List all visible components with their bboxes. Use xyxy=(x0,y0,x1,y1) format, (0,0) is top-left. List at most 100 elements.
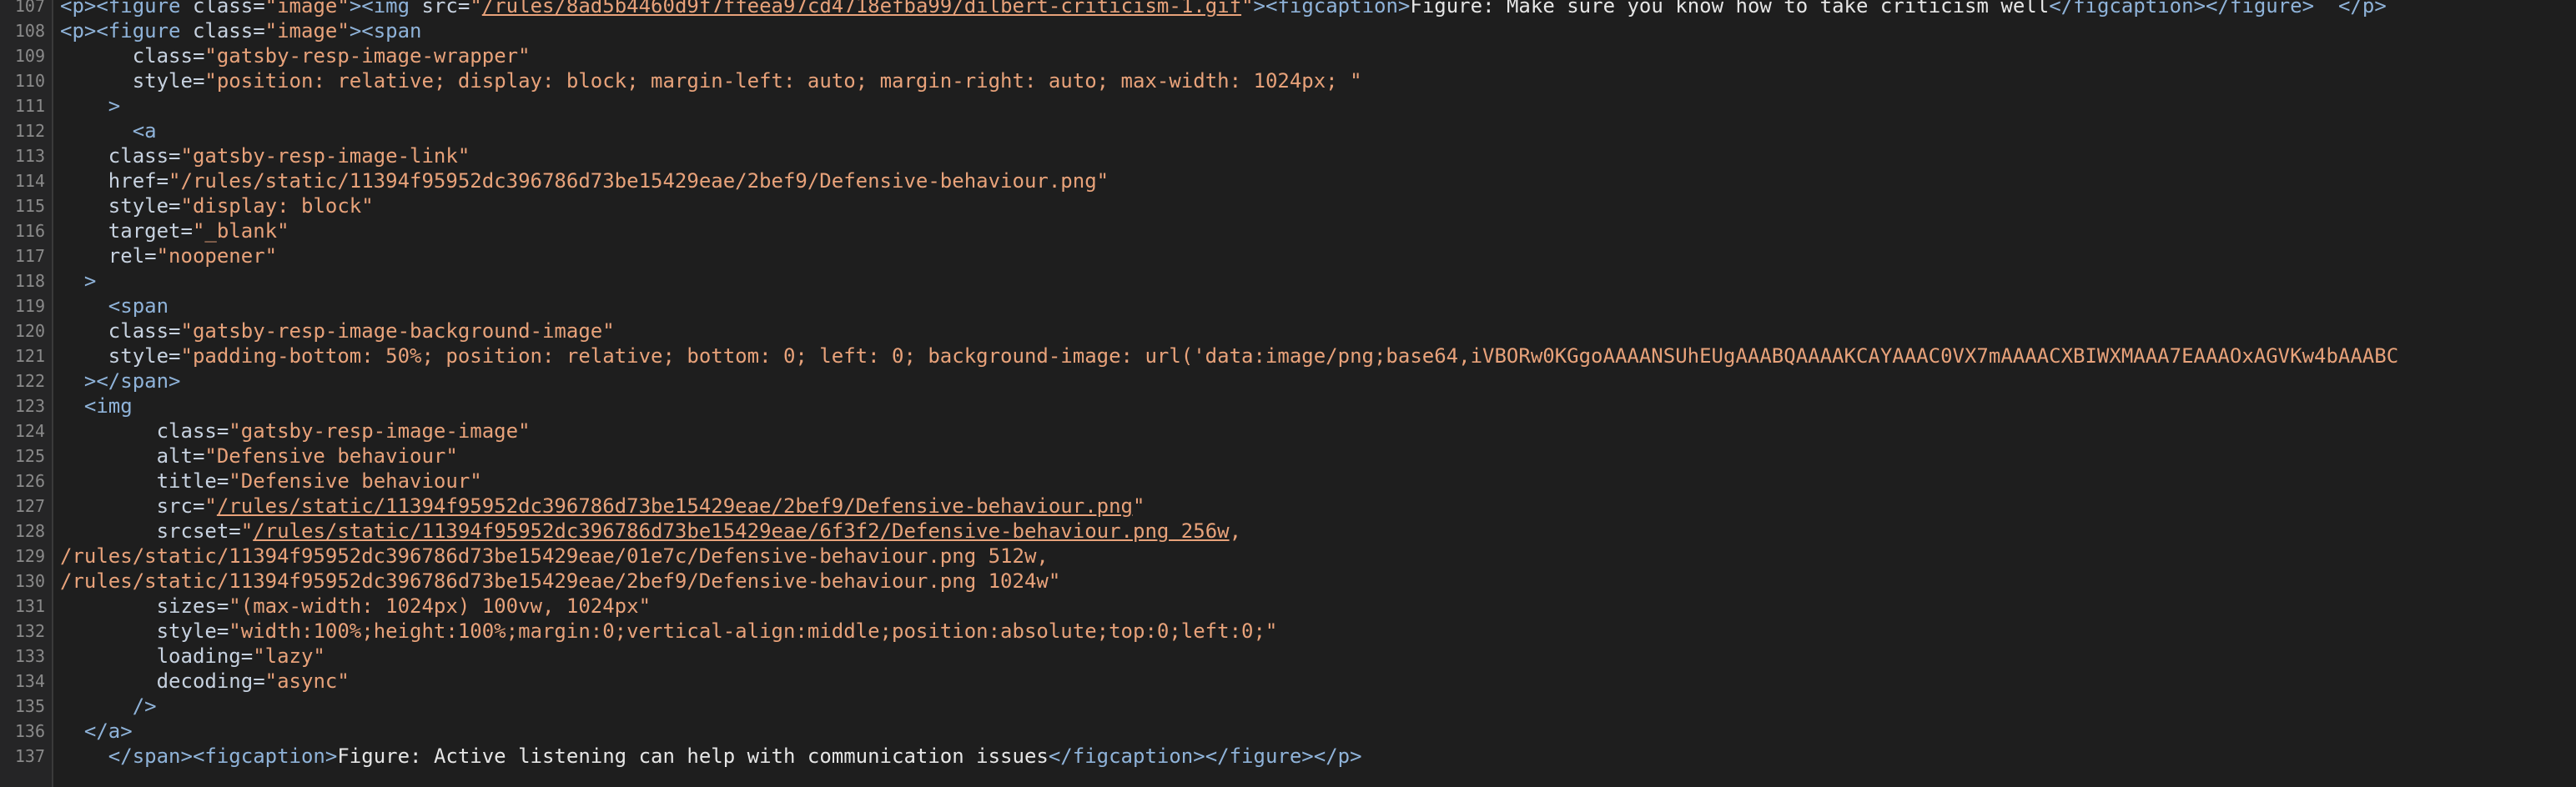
line-content: /rules/static/11394f95952dc396786d73be15… xyxy=(60,569,1060,594)
code-token: "gatsby-resp-image-image" xyxy=(229,419,531,443)
code-token: rel= xyxy=(108,244,157,268)
code-token: decoding= xyxy=(156,669,265,693)
line-number: 127 xyxy=(14,496,45,516)
code-token: "/rules/static/11394f95952dc396786d73be1… xyxy=(169,169,1109,193)
code-line[interactable]: 124 class="gatsby-resp-image-image" xyxy=(0,419,2576,444)
code-line[interactable]: 134 decoding="async" xyxy=(0,669,2576,694)
source-link[interactable]: /rules/8ad5b4460d9f7ffeea97cd4718efba99/… xyxy=(482,0,1241,18)
code-line[interactable]: 114 href="/rules/static/11394f95952dc396… xyxy=(0,168,2576,193)
code-token: Figure: Make sure you know how to take c… xyxy=(1410,0,2050,18)
source-link[interactable]: /rules/static/11394f95952dc396786d73be15… xyxy=(253,519,1229,543)
line-number: 134 xyxy=(14,671,45,691)
code-token: "image" xyxy=(264,0,350,18)
code-token: <a xyxy=(132,119,157,143)
code-line[interactable]: 118 > xyxy=(0,268,2576,293)
line-number: 117 xyxy=(14,246,45,266)
source-code-viewer[interactable]: 107 <p><figure class="image"><img src="/r… xyxy=(0,0,2576,787)
code-token: <p><figure xyxy=(60,19,193,43)
code-token: " xyxy=(470,0,482,18)
line-content: alt="Defensive behaviour" xyxy=(60,444,458,469)
code-token: ><figcaption> xyxy=(1253,0,1411,18)
code-line[interactable]: 115 style="display: block" xyxy=(0,193,2576,218)
code-line[interactable]: 110 style="position: relative; display: … xyxy=(0,68,2576,93)
code-line[interactable]: 109 class="gatsby-resp-image-wrapper" xyxy=(0,43,2576,68)
code-line[interactable]: 107 <p><figure class="image"><img src="/r… xyxy=(0,0,2576,18)
code-line[interactable]: 112 <a xyxy=(0,118,2576,143)
code-line[interactable]: 120 class="gatsby-resp-image-background-… xyxy=(0,318,2576,343)
code-line[interactable]: 117 rel="noopener" xyxy=(0,243,2576,268)
code-line[interactable]: 127 src="/rules/static/11394f95952dc3967… xyxy=(0,494,2576,519)
line-content: class="gatsby-resp-image-wrapper" xyxy=(60,43,531,68)
code-token: class= xyxy=(108,319,181,343)
line-content: style="position: relative; display: bloc… xyxy=(60,68,1362,93)
line-content: > xyxy=(60,93,120,118)
line-number: 122 xyxy=(14,371,45,391)
line-content: loading="lazy" xyxy=(60,644,325,669)
code-token: class= xyxy=(132,44,205,68)
code-token: "(max-width: 1024px) 100vw, 1024px" xyxy=(229,594,652,618)
line-number: 109 xyxy=(14,46,45,66)
line-content: class="gatsby-resp-image-image" xyxy=(60,419,531,444)
line-content: <img xyxy=(60,394,133,419)
code-line[interactable]: 128 srcset="/rules/static/11394f95952dc3… xyxy=(0,519,2576,544)
line-number: 121 xyxy=(14,346,45,366)
code-token: class= xyxy=(108,144,181,168)
line-number: 113 xyxy=(14,146,45,166)
line-content: srcset="/rules/static/11394f95952dc39678… xyxy=(60,519,1241,544)
code-line[interactable]: 121 style="padding-bottom: 50%; position… xyxy=(0,343,2576,368)
code-line[interactable]: 132 style="width:100%;height:100%;margin… xyxy=(0,619,2576,644)
line-content: class="gatsby-resp-image-link" xyxy=(60,143,470,168)
code-line[interactable]: 131 sizes="(max-width: 1024px) 100vw, 10… xyxy=(0,594,2576,619)
code-token: /> xyxy=(132,694,157,718)
line-number: 115 xyxy=(14,196,45,216)
code-line[interactable]: 123 <img xyxy=(0,394,2576,419)
line-content: sizes="(max-width: 1024px) 100vw, 1024px… xyxy=(60,594,651,619)
code-line[interactable]: 111 > xyxy=(0,93,2576,118)
line-number: 114 xyxy=(14,171,45,191)
code-lines[interactable]: 107 <p><figure class="image"><img src="/r… xyxy=(0,0,2576,769)
code-line[interactable]: 125 alt="Defensive behaviour" xyxy=(0,444,2576,469)
code-token: title= xyxy=(156,469,229,493)
code-token: style= xyxy=(132,69,205,93)
line-content: </a> xyxy=(60,719,133,744)
code-line[interactable]: 122 ></span> xyxy=(0,368,2576,394)
code-line[interactable]: 116 target="_blank" xyxy=(0,218,2576,243)
code-token: </p> xyxy=(2337,0,2387,18)
code-line[interactable]: 136 </a> xyxy=(0,719,2576,744)
code-token: > xyxy=(83,269,97,293)
code-line[interactable]: 137 </span><figcaption>Figure: Active li… xyxy=(0,744,2576,769)
code-token: "padding-bottom: 50%; position: relative… xyxy=(180,344,2399,368)
line-content: style="display: block" xyxy=(60,193,374,218)
code-line[interactable]: 113 class="gatsby-resp-image-link" xyxy=(0,143,2576,168)
code-line[interactable]: 119 <span xyxy=(0,293,2576,318)
line-number: 132 xyxy=(14,621,45,641)
code-token: "display: block" xyxy=(180,194,374,218)
code-token: "async" xyxy=(264,669,350,693)
line-content: href="/rules/static/11394f95952dc396786d… xyxy=(60,168,1109,193)
code-line[interactable]: 108 <p><figure class="image"><span xyxy=(0,18,2576,43)
line-number: 120 xyxy=(14,321,45,341)
code-line[interactable]: 133 loading="lazy" xyxy=(0,644,2576,669)
code-line[interactable]: 130/rules/static/11394f95952dc396786d73b… xyxy=(0,569,2576,594)
source-link[interactable]: /rules/static/11394f95952dc396786d73be15… xyxy=(217,494,1133,518)
code-token: </figcaption></figure> xyxy=(2049,0,2315,18)
code-line[interactable]: 126 title="Defensive behaviour" xyxy=(0,469,2576,494)
code-token: /rules/static/11394f95952dc396786d73be15… xyxy=(60,569,1061,593)
code-line[interactable]: 135 /> xyxy=(0,694,2576,719)
code-token: </figcaption></figure></p> xyxy=(1048,744,1362,768)
code-token: loading= xyxy=(156,644,254,668)
line-number: 130 xyxy=(14,571,45,591)
code-token: "image" xyxy=(264,19,350,43)
code-line[interactable]: 129/rules/static/11394f95952dc396786d73b… xyxy=(0,544,2576,569)
code-token: "gatsby-resp-image-wrapper" xyxy=(204,44,531,68)
line-content: > xyxy=(60,268,96,293)
code-token: style= xyxy=(108,194,181,218)
